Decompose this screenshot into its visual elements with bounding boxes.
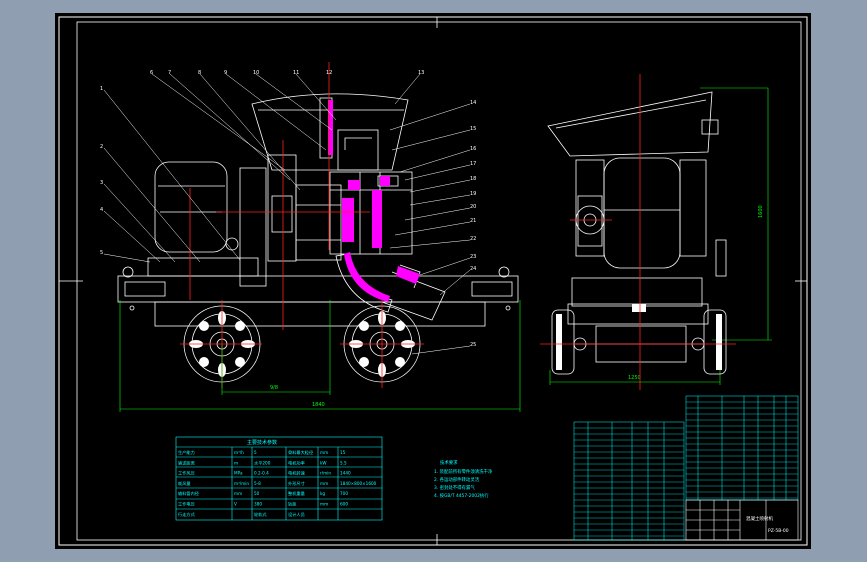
param-cell: 5 (254, 450, 257, 455)
param-cell: 5.5 (340, 460, 347, 465)
balloon-17: 17 (470, 161, 476, 167)
param-cell: kg (320, 491, 325, 496)
param-cell: 电机功率 (288, 459, 305, 466)
param-cell: 整机重量 (288, 490, 305, 497)
balloon-8: 8 (198, 70, 201, 76)
cad-drawing-canvas: 1 2 3 4 5 6 7 8 9 10 11 12 13 14 15 16 1… (55, 13, 811, 549)
note-line-3: 3. 密封处不得有漏气 (434, 484, 475, 491)
param-cell: 行走方式 (178, 511, 196, 518)
param-cell: 380 (254, 502, 262, 507)
param-cell: 700 (340, 491, 348, 496)
note-line-1: 1. 装配前所有零件须清洗干净 (434, 468, 493, 475)
param-cell: 轨距 (288, 501, 296, 508)
param-cell: 50 (254, 491, 260, 496)
param-cell: 输料管内径 (178, 490, 199, 497)
param-cell: 1440 (340, 471, 351, 476)
dim-overall-length: 1840 (312, 402, 325, 408)
param-cell: 耗风量 (178, 480, 191, 487)
param-cell: 0.2-0.4 (254, 471, 269, 476)
drawing-sheet (55, 13, 811, 549)
title-block-name: 混凝土喷射机 (746, 515, 773, 522)
dim-wheelbase: 9/8 (270, 385, 278, 391)
param-cell: r/min (320, 471, 331, 476)
balloon-18: 18 (470, 176, 476, 182)
param-cell: mm (234, 491, 242, 496)
param-cell: V (234, 502, 237, 507)
param-cell: 水平200 (254, 459, 271, 466)
dim-track-width: 1250 (628, 375, 641, 381)
balloon-2: 2 (100, 144, 103, 150)
note-line-2: 2. 各运动部件转动灵活 (434, 476, 480, 483)
dim-height: 1600 (758, 205, 764, 218)
balloon-7: 7 (168, 70, 171, 76)
balloon-15: 15 (470, 126, 476, 132)
balloon-16: 16 (470, 146, 476, 152)
balloon-14: 14 (470, 100, 476, 106)
param-cell: 电机转速 (288, 470, 306, 477)
param-cell: mm (320, 450, 328, 455)
param-cell: 5-8 (254, 481, 261, 486)
param-cell: 15 (340, 450, 346, 455)
param-cell: m (234, 460, 238, 465)
title-block-number: PZ-5B-00 (768, 528, 789, 534)
parameter-table-title: 主要技术参数 (247, 439, 277, 446)
note-line-4: 4. 按GB/T 4457-2002执行 (434, 492, 489, 499)
balloon-10: 10 (253, 70, 259, 76)
param-cell: 生产能力 (178, 449, 195, 456)
balloon-25: 25 (470, 342, 476, 348)
param-cell: m³/min (234, 481, 249, 486)
balloon-3: 3 (100, 180, 103, 186)
param-cell: mm (320, 481, 328, 486)
param-cell: mm (320, 502, 328, 507)
balloon-1: 1 (100, 86, 103, 92)
balloon-6: 6 (150, 70, 153, 76)
param-cell: 1840×800×1600 (340, 481, 377, 486)
param-cell: MPa (234, 471, 243, 476)
balloon-24: 24 (470, 266, 476, 272)
balloon-4: 4 (100, 207, 103, 213)
balloon-13: 13 (418, 70, 424, 76)
param-cell: 骨料最大粒径 (288, 449, 313, 456)
param-cell: 工作电压 (178, 501, 195, 508)
balloon-19: 19 (470, 191, 476, 197)
balloon-22: 22 (470, 236, 476, 242)
balloon-9: 9 (224, 70, 227, 76)
param-cell: m³/h (234, 450, 244, 455)
param-cell: kW (320, 460, 327, 465)
balloon-5: 5 (100, 250, 103, 256)
param-cell: 轮轨式 (254, 511, 267, 518)
notes-title: 技术要求 (440, 459, 458, 466)
balloon-11: 11 (293, 70, 299, 76)
param-cell: 工作风压 (178, 470, 195, 477)
balloon-12: 12 (326, 70, 332, 76)
balloon-21: 21 (470, 218, 476, 224)
param-cell: 600 (340, 502, 348, 507)
param-cell: 输送距离 (178, 459, 195, 466)
param-cell: 设计人员 (288, 511, 305, 518)
param-cell: 外形尺寸 (288, 480, 305, 487)
balloon-23: 23 (470, 254, 476, 260)
balloon-20: 20 (470, 204, 476, 210)
